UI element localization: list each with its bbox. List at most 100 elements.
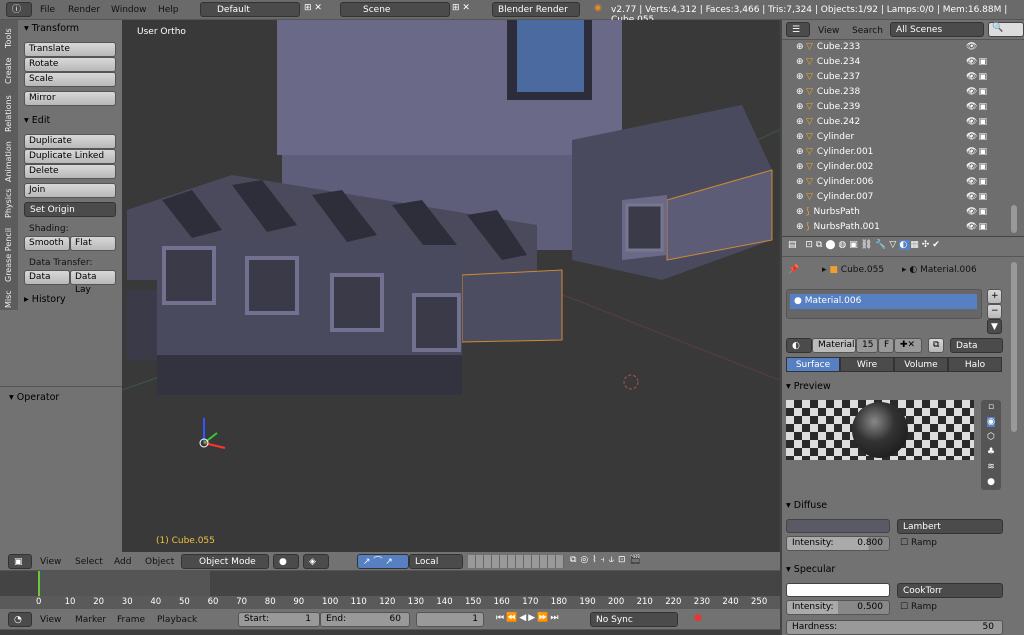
layout-select[interactable]: Default — [200, 2, 300, 17]
tab-animation[interactable]: Animation — [4, 138, 13, 182]
properties-scrollbar[interactable] — [1011, 262, 1017, 432]
material-browse-button[interactable]: ◐ — [786, 338, 812, 353]
diffuse-color-swatch[interactable] — [786, 519, 890, 533]
expand-icon[interactable]: ⊕ — [796, 100, 804, 115]
properties-context-tabs[interactable]: ▤ ⊡⧉⬤◍▣⛓🔧▽◐▦✣✔ — [782, 237, 1024, 257]
outliner-item[interactable]: ⊕ ▽ Cube.233 👁↖▣ — [786, 40, 1008, 67]
current-frame-field[interactable]: 1 — [416, 612, 484, 627]
diffuse-panel-header[interactable]: ▾ Diffuse — [786, 500, 827, 511]
diffuse-intensity-slider[interactable]: Intensity: 0.800 — [786, 536, 890, 551]
outliner-item[interactable]: ⊕ ▽ Cube.242 👁↖▣ — [786, 115, 1008, 142]
menu-view[interactable]: View — [40, 557, 61, 567]
expand-icon[interactable]: ⊕ — [796, 115, 804, 130]
record-button[interactable]: ● — [694, 613, 702, 623]
new-unlink-buttons[interactable]: ✚✕ — [894, 338, 922, 353]
outliner-type-button[interactable]: ☰ — [786, 22, 810, 37]
pivot-select[interactable]: ◈ — [303, 554, 329, 569]
expand-icon[interactable]: ⊕ — [796, 70, 804, 85]
tab-physics[interactable]: Physics — [4, 184, 13, 218]
data-button[interactable]: Data — [24, 270, 70, 285]
scene-add-icon[interactable]: ⊞ ✕ — [452, 3, 470, 13]
outliner-item[interactable]: ⊕ ▽ Cylinder 👁↖▣ — [786, 130, 1008, 157]
render-engine-select[interactable]: Blender Render — [492, 2, 580, 17]
diffuse-shader-select[interactable]: Lambert — [897, 519, 1003, 534]
specular-color-swatch[interactable] — [786, 583, 890, 597]
expand-icon[interactable]: ⊕ — [796, 220, 804, 235]
outliner-filter-select[interactable]: All Scenes — [890, 22, 984, 37]
material-link-select[interactable]: Data — [950, 338, 1003, 353]
editor-type-button[interactable]: ⓘ — [6, 2, 32, 17]
menu-frame[interactable]: Frame — [117, 615, 145, 625]
expand-icon[interactable]: ⊕ — [796, 145, 804, 160]
outliner-item[interactable]: ⊕⟆NurbsPath.001👁↖▣ — [786, 220, 1008, 247]
shading-select[interactable]: ● — [273, 554, 299, 569]
menu-view[interactable]: View — [40, 615, 61, 625]
playback-controls[interactable]: ⏮⏪◀▶⏩⏭ — [496, 613, 560, 623]
scene-select[interactable]: Scene — [340, 2, 450, 17]
history-panel-header[interactable]: ▸ History — [24, 294, 66, 305]
mirror-button[interactable]: Mirror — [24, 91, 116, 106]
outliner-scrollbar[interactable] — [1011, 205, 1017, 233]
set-origin-select[interactable]: Set Origin — [24, 202, 116, 217]
expand-icon[interactable]: ⊕ — [796, 190, 804, 205]
duplicate-linked-button[interactable]: Duplicate Linked — [24, 149, 116, 164]
expand-icon[interactable]: ⊕ — [796, 175, 804, 190]
sync-select[interactable]: No Sync — [590, 612, 678, 627]
remove-slot-button[interactable]: − — [987, 304, 1002, 319]
outliner-item[interactable]: ⊕ ▽ Cube.234 👁↖▣ — [786, 55, 1008, 82]
outliner-menu-view[interactable]: View — [818, 26, 839, 36]
menu-marker[interactable]: Marker — [75, 615, 106, 625]
menu-select[interactable]: Select — [75, 557, 103, 567]
tab-relations[interactable]: Relations — [4, 90, 13, 132]
outliner-item[interactable]: ⊕ ⟆ NurbsPath 👁↖▣ — [786, 205, 1008, 232]
expand-icon[interactable]: ⊕ — [796, 205, 804, 220]
hardness-field[interactable]: Hardness: 50 — [786, 620, 1003, 635]
operator-panel-header[interactable]: ▾ Operator — [9, 392, 59, 403]
add-slot-button[interactable]: + — [987, 289, 1002, 304]
rotate-button[interactable]: Rotate — [24, 57, 116, 72]
menu-help[interactable]: Help — [158, 5, 179, 15]
manipulator-toggle[interactable]: ↗ ⌒ ↗ — [357, 554, 409, 569]
material-name-field[interactable]: Material. — [812, 338, 857, 353]
specular-panel-header[interactable]: ▾ Specular — [786, 564, 835, 575]
translate-button[interactable]: Translate — [24, 42, 116, 57]
outliner-item[interactable]: ⊕ ▽ Cylinder.007 👁↖▣ — [786, 190, 1008, 217]
outliner-menu-search[interactable]: Search — [852, 26, 883, 36]
snap-icons[interactable]: ⧉◎⌇⫞⫝⊡🎬 — [570, 555, 645, 565]
diffuse-ramp-checkbox[interactable]: ☐ Ramp — [900, 538, 937, 548]
material-slot-item[interactable]: ● Material.006 — [790, 294, 977, 309]
menu-file[interactable]: File — [40, 5, 55, 15]
duplicate-button[interactable]: Duplicate — [24, 134, 116, 149]
editor-type-button[interactable]: ▣ — [8, 554, 32, 569]
expand-icon[interactable]: ⊕ — [796, 55, 804, 70]
material-link-icon[interactable]: ⧉ — [928, 338, 944, 353]
end-frame-field[interactable]: End: 60 — [320, 612, 410, 627]
menu-window[interactable]: Window — [111, 5, 147, 15]
transform-panel-header[interactable]: ▾ Transform — [24, 23, 79, 34]
layout-add-icon[interactable]: ⊞ ✕ — [304, 3, 322, 13]
orientation-select[interactable]: Local — [409, 554, 463, 569]
expand-icon[interactable]: ⊕ — [796, 40, 804, 55]
tab-create[interactable]: Create — [4, 54, 13, 84]
outliner-item[interactable]: ⊕ ▽ Cube.237 👁↖▣ — [786, 70, 1008, 97]
tab-volume[interactable]: Volume — [894, 357, 948, 372]
menu-playback[interactable]: Playback — [157, 615, 197, 625]
outliner-search-input[interactable]: 🔍 — [988, 22, 1024, 37]
tab-tools[interactable]: Tools — [4, 22, 13, 48]
join-button[interactable]: Join — [24, 183, 116, 198]
edit-panel-header[interactable]: ▾ Edit — [24, 115, 50, 126]
expand-icon[interactable]: ⊕ — [796, 160, 804, 175]
tab-misc[interactable]: Misc — [4, 286, 13, 308]
preview-panel-header[interactable]: ▾ Preview — [786, 381, 831, 392]
outliner-item[interactable]: ⊕ ▽ Cylinder.002 👁↖▣ — [786, 160, 1008, 187]
timeline[interactable] — [0, 571, 780, 596]
outliner-item[interactable]: ⊕ ▽ Cylinder.006 👁↖▣ — [786, 175, 1008, 202]
scale-button[interactable]: Scale — [24, 72, 116, 87]
3d-viewport[interactable]: User Ortho (1) Cube.055 — [122, 20, 779, 552]
current-frame-marker[interactable] — [38, 571, 40, 596]
outliner-item[interactable]: ⊕ ▽ Cube.239 👁↖▣ — [786, 100, 1008, 127]
pin-icon[interactable]: 📌 — [788, 265, 799, 275]
tab-grease-pencil[interactable]: Grease Pencil — [4, 222, 13, 282]
menu-object[interactable]: Object — [145, 557, 174, 567]
specular-shader-select[interactable]: CookTorr — [897, 583, 1003, 598]
